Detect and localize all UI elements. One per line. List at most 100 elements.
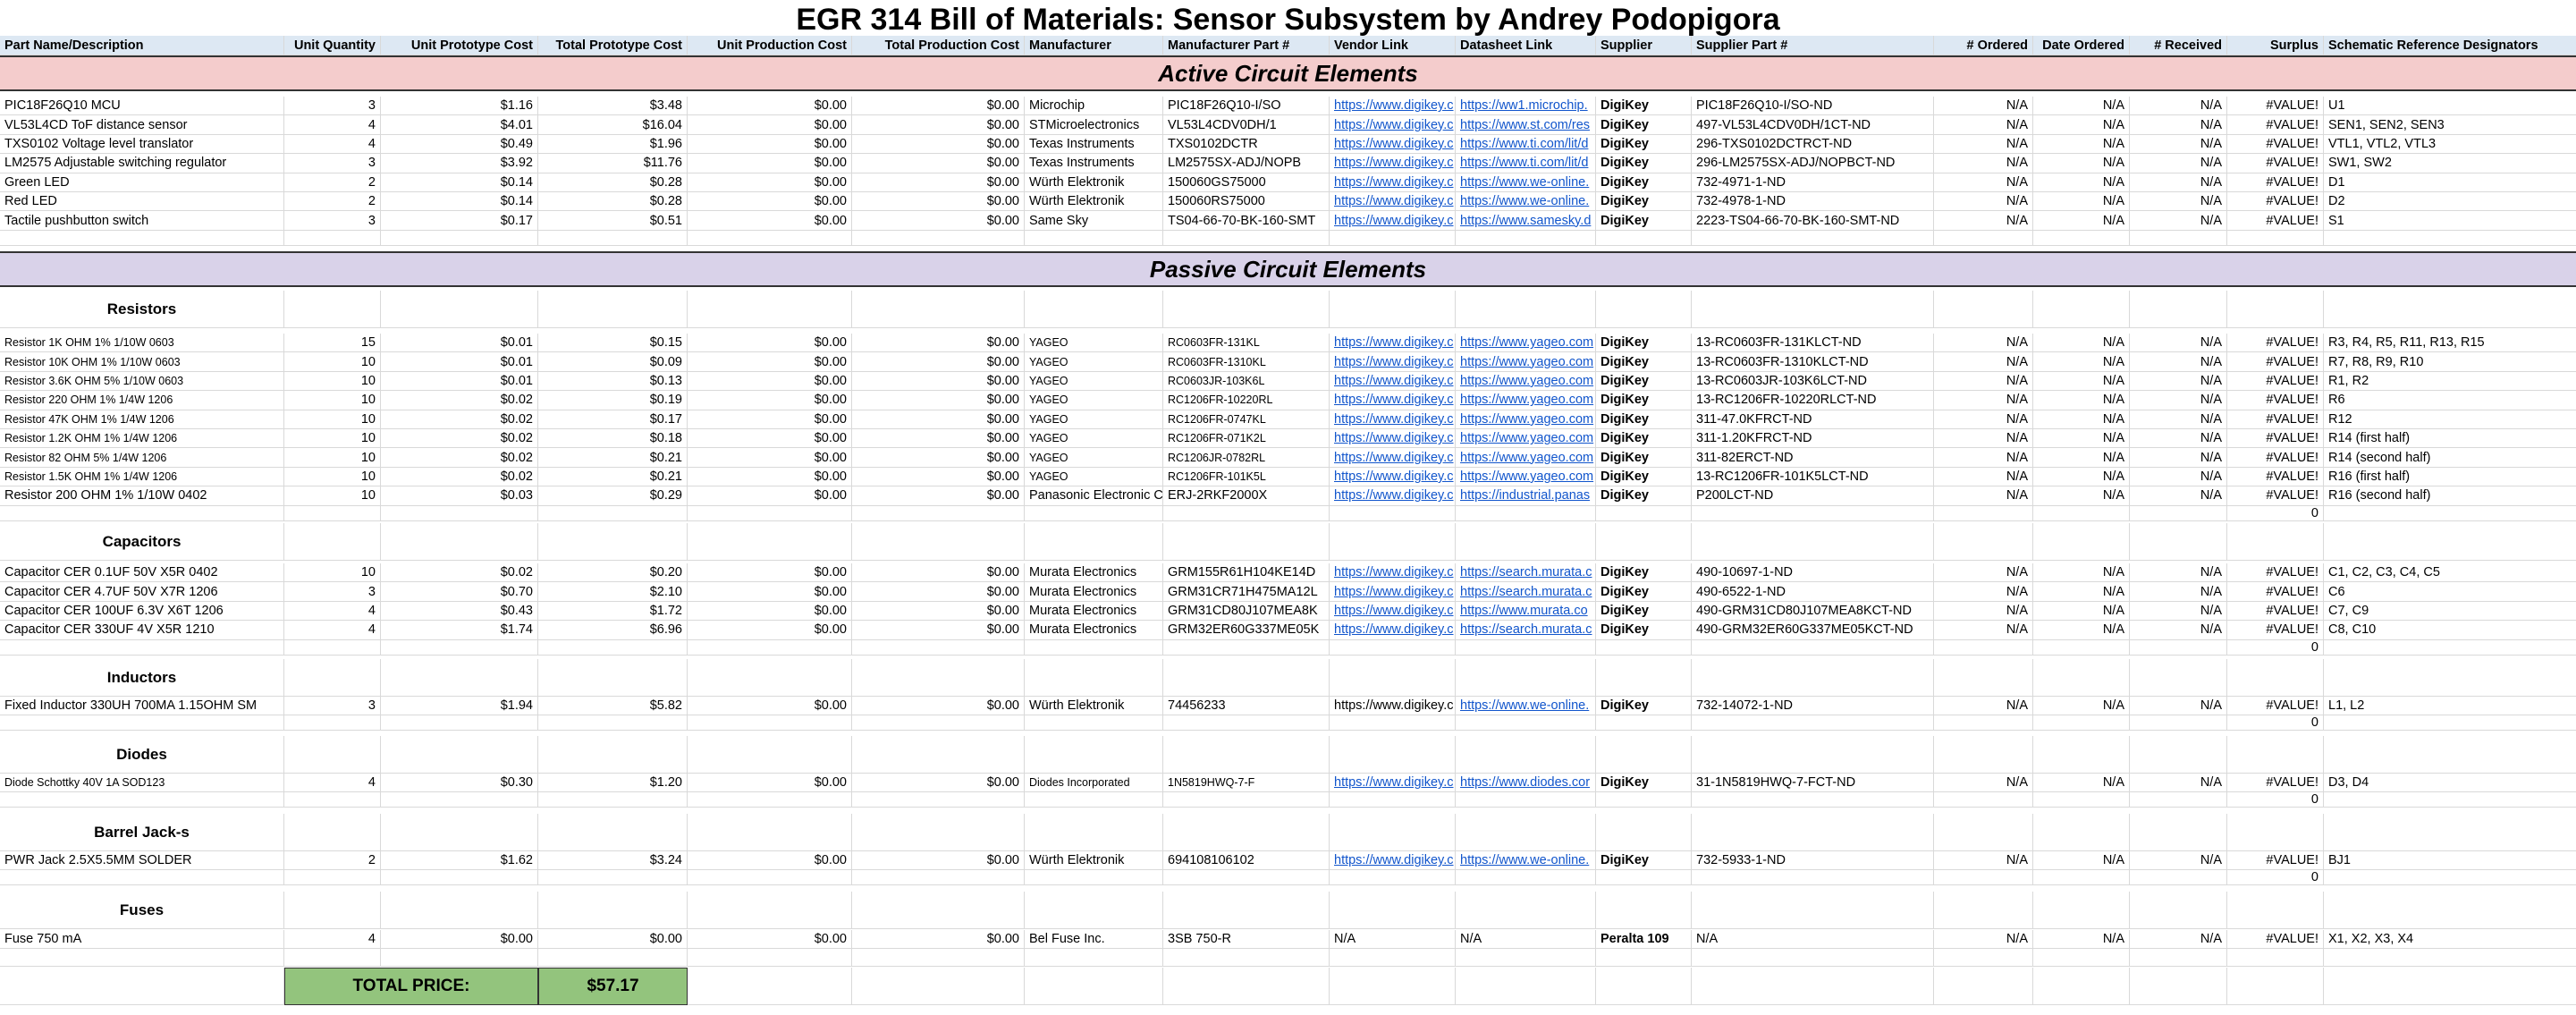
- empty-cell[interactable]: [688, 814, 852, 851]
- empty-cell[interactable]: [852, 291, 1025, 328]
- bom-cell-mpn[interactable]: RC1206FR-071K2L: [1163, 429, 1330, 449]
- bom-cell-surplus[interactable]: #VALUE!: [2227, 352, 2324, 372]
- bom-cell-mfr[interactable]: Würth Elektronik: [1025, 697, 1163, 716]
- bom-cell-mfr[interactable]: STMicroelectronics: [1025, 115, 1163, 135]
- bom-cell-mfr[interactable]: Microchip: [1025, 97, 1163, 116]
- bom-cell-mpn[interactable]: RC0603FR-131KL: [1163, 334, 1330, 353]
- empty-cell[interactable]: [1934, 736, 2033, 774]
- bom-cell-qty[interactable]: 2: [284, 192, 381, 212]
- bom-cell-tprod[interactable]: $0.00: [852, 352, 1025, 372]
- empty-cell[interactable]: [2130, 870, 2227, 885]
- empty-cell[interactable]: [2227, 814, 2324, 851]
- bom-cell-qty[interactable]: 10: [284, 448, 381, 468]
- vendor-link[interactable]: https://www.digikey.c: [1330, 582, 1456, 602]
- empty-cell[interactable]: [538, 949, 688, 967]
- bom-cell-spn[interactable]: 13-RC1206FR-101K5LCT-ND: [1692, 467, 1934, 487]
- bom-cell-uprod[interactable]: $0.00: [688, 448, 852, 468]
- bom-cell-qty[interactable]: 10: [284, 429, 381, 449]
- empty-cell[interactable]: [1596, 792, 1692, 808]
- bom-cell-spn[interactable]: 732-4971-1-ND: [1692, 173, 1934, 192]
- empty-cell[interactable]: [1025, 736, 1163, 774]
- bom-cell-qty[interactable]: 10: [284, 563, 381, 583]
- bom-cell-received[interactable]: N/A: [2130, 391, 2227, 410]
- datasheet-link[interactable]: https://www.ti.com/lit/d: [1456, 134, 1596, 155]
- empty-cell[interactable]: [688, 892, 852, 929]
- empty-cell[interactable]: [2130, 968, 2227, 1005]
- bom-cell-date[interactable]: N/A: [2033, 774, 2130, 793]
- column-header[interactable]: Supplier Part #: [1692, 36, 1934, 55]
- empty-cell[interactable]: [1456, 736, 1596, 774]
- bom-cell-refs[interactable]: VTL1, VTL2, VTL3: [2324, 135, 2576, 155]
- empty-cell[interactable]: [538, 505, 688, 521]
- bom-cell-mpn[interactable]: PIC18F26Q10-I/SO: [1163, 97, 1330, 116]
- bom-cell-total[interactable]: $2.10: [538, 582, 688, 602]
- empty-cell[interactable]: [1163, 659, 1330, 697]
- empty-cell[interactable]: [381, 639, 538, 656]
- empty-cell[interactable]: [2033, 949, 2130, 967]
- bom-cell-tprod[interactable]: $0.00: [852, 173, 1025, 192]
- empty-cell[interactable]: [1025, 505, 1163, 521]
- bom-cell-total[interactable]: $16.04: [538, 115, 688, 135]
- bom-cell-surplus[interactable]: #VALUE!: [2227, 621, 2324, 640]
- bom-cell-uprod[interactable]: $0.00: [688, 410, 852, 429]
- column-header[interactable]: Date Ordered: [2033, 36, 2130, 55]
- empty-cell[interactable]: [2130, 715, 2227, 731]
- empty-cell[interactable]: [2227, 523, 2324, 561]
- column-header[interactable]: Supplier: [1596, 36, 1692, 55]
- bom-cell-mpn[interactable]: 74456233: [1163, 697, 1330, 716]
- datasheet-link[interactable]: https://www.murata.co: [1456, 601, 1596, 622]
- empty-cell[interactable]: [2227, 968, 2324, 1005]
- empty-cell[interactable]: [2130, 736, 2227, 774]
- vendor-link[interactable]: https://www.digikey.c: [1330, 448, 1456, 468]
- bom-cell-date[interactable]: N/A: [2033, 563, 2130, 583]
- empty-cell[interactable]: [2324, 792, 2576, 808]
- bom-cell-uprod[interactable]: $0.00: [688, 173, 852, 192]
- empty-cell[interactable]: [1596, 814, 1692, 851]
- empty-cell[interactable]: [2033, 870, 2130, 885]
- bom-cell-supplier[interactable]: DigiKey: [1596, 134, 1692, 155]
- empty-cell[interactable]: [381, 792, 538, 808]
- empty-cell[interactable]: [1934, 892, 2033, 929]
- datasheet-link[interactable]: https://search.murata.c: [1456, 621, 1596, 640]
- vendor-link[interactable]: https://www.digikey.c: [1330, 429, 1456, 449]
- empty-cell[interactable]: [0, 639, 284, 656]
- bom-cell-qty[interactable]: 4: [284, 774, 381, 793]
- bom-cell-mfr[interactable]: YAGEO: [1025, 371, 1163, 392]
- bom-cell-date[interactable]: N/A: [2033, 97, 2130, 116]
- bom-cell-unit[interactable]: $0.01: [381, 334, 538, 353]
- bom-cell-qty[interactable]: 4: [284, 134, 381, 155]
- bom-cell-uprod[interactable]: $0.00: [688, 115, 852, 135]
- bom-cell-mpn[interactable]: GRM32ER60G337ME05K: [1163, 621, 1330, 640]
- empty-cell[interactable]: [1456, 291, 1596, 328]
- bom-cell-name[interactable]: PIC18F26Q10 MCU: [0, 97, 284, 116]
- empty-cell[interactable]: [852, 230, 1025, 246]
- bom-cell-qty[interactable]: 10: [284, 410, 381, 429]
- empty-cell[interactable]: [1456, 505, 1596, 521]
- vendor-link[interactable]: https://www.digikey.c: [1330, 173, 1456, 192]
- surplus-cell[interactable]: 0: [2227, 792, 2324, 808]
- bom-cell-received[interactable]: N/A: [2130, 621, 2227, 640]
- empty-cell[interactable]: [688, 736, 852, 774]
- empty-cell[interactable]: [1330, 715, 1456, 731]
- bom-cell-ordered[interactable]: N/A: [1934, 467, 2033, 487]
- bom-cell-surplus[interactable]: #VALUE!: [2227, 601, 2324, 622]
- bom-cell-total[interactable]: $0.51: [538, 211, 688, 231]
- datasheet-link[interactable]: https://www.we-online.: [1456, 851, 1596, 871]
- bom-cell-mfr[interactable]: Würth Elektronik: [1025, 173, 1163, 192]
- bom-cell-uprod[interactable]: $0.00: [688, 352, 852, 372]
- bom-cell-mpn[interactable]: RC1206FR-0747KL: [1163, 410, 1330, 429]
- empty-cell[interactable]: [1163, 291, 1330, 328]
- vendor-link[interactable]: https://www.digikey.c: [1330, 851, 1456, 871]
- empty-cell[interactable]: [1330, 230, 1456, 246]
- bom-cell-ordered[interactable]: N/A: [1934, 97, 2033, 116]
- bom-cell-name[interactable]: Resistor 200 OHM 1% 1/10W 0402: [0, 486, 284, 506]
- empty-cell[interactable]: [284, 892, 381, 929]
- bom-cell-total[interactable]: $0.09: [538, 352, 688, 372]
- empty-cell[interactable]: [688, 639, 852, 656]
- empty-cell[interactable]: [2130, 523, 2227, 561]
- bom-cell-ordered[interactable]: N/A: [1934, 410, 2033, 429]
- bom-cell-received[interactable]: N/A: [2130, 582, 2227, 602]
- empty-cell[interactable]: [1934, 715, 2033, 731]
- bom-cell-supplier[interactable]: DigiKey: [1596, 391, 1692, 410]
- bom-cell-spn[interactable]: 2223-TS04-66-70-BK-160-SMT-ND: [1692, 211, 1934, 231]
